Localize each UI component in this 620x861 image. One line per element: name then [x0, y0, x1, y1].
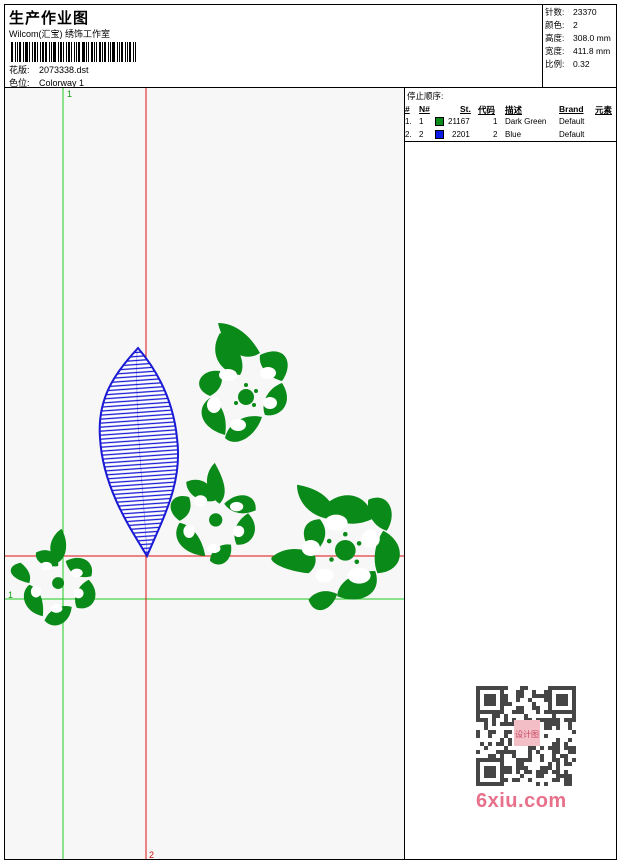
design-file-value: 2073338.dst [39, 65, 89, 75]
design-preview: 1 1 2 2 [5, 88, 404, 860]
stitch-count-value: 23370 [573, 7, 597, 17]
color-count-value: 2 [573, 20, 578, 30]
width-value: 411.8 mm [573, 46, 611, 56]
legend-divider [404, 141, 617, 142]
row-needle: 2 [419, 130, 424, 139]
stitch-count-row: 针数: 23370 [545, 6, 597, 18]
stop-sequence-title: 停止顺序: [407, 91, 444, 101]
width-row: 宽度: 411.8 mm [545, 45, 610, 57]
row-stitches: 21167 [448, 117, 470, 126]
flower-motif-middle [170, 462, 256, 565]
qr-code-icon: 设计图 [476, 686, 576, 786]
scale-label: 比例: [545, 59, 565, 69]
barcode [11, 42, 145, 62]
col-header-desc: 描述 [505, 105, 523, 115]
marker-v2: 2 [149, 850, 154, 860]
col-header-code: 代码 [478, 105, 496, 115]
svg-text:设计图: 设计图 [515, 729, 539, 739]
studio-subtitle: Wilcom(汇宝) 绣饰工作室 [9, 29, 110, 39]
width-label: 宽度: [545, 46, 565, 56]
color-swatch [435, 117, 444, 126]
row-brand: Default [559, 130, 585, 139]
marker-v1: 1 [67, 89, 72, 99]
stats-panel: 针数: 23370 颜色: 2 高度: 308.0 mm 宽度: 411.8 mm 比例… [542, 4, 617, 88]
row-description: Blue [505, 130, 522, 139]
flower-motif-right [271, 484, 400, 611]
row-num: 1. [405, 117, 412, 126]
color-swatch [435, 130, 444, 139]
row-code: 1 [493, 117, 498, 126]
col-header-brand: Brand [559, 104, 584, 114]
row-needle: 1 [419, 117, 424, 126]
stitch-count-label: 针数: [545, 7, 565, 17]
row-num: 2. [405, 130, 412, 139]
row-description: Dark Green [505, 117, 547, 126]
col-header-st: St. [460, 104, 471, 114]
height-value: 308.0 mm [573, 33, 611, 43]
scale-value: 0.32 [573, 59, 590, 69]
row-brand: Default [559, 117, 585, 126]
col-header-num: # [405, 104, 410, 114]
color-count-label: 颜色: [545, 20, 565, 30]
design-file-row: 花版: 2073338.dst [9, 63, 89, 76]
height-label: 高度: [545, 33, 565, 43]
color-count-row: 颜色: 2 [545, 19, 578, 31]
qr-code-watermark: 设计图 [470, 680, 582, 792]
col-header-element: 元素 [595, 105, 613, 115]
flower-motif-top [199, 323, 288, 442]
height-row: 高度: 308.0 mm [545, 32, 611, 44]
design-canvas[interactable]: 1 1 2 2 [4, 87, 405, 860]
marker-h1: 1 [8, 590, 13, 600]
row-code: 2 [493, 130, 498, 139]
row-stitches: 2201 [452, 130, 470, 139]
scale-row: 比例: 0.32 [545, 58, 590, 70]
watermark-text: 6xiu.com [476, 790, 567, 812]
design-file-label: 花版: [9, 65, 30, 75]
col-header-n: N# [419, 104, 430, 114]
page-title: 生产作业图 [9, 10, 90, 27]
blue-leaf-motif [98, 346, 179, 559]
flower-motif-left [10, 528, 96, 626]
header-panel: 生产作业图 Wilcom(汇宝) 绣饰工作室 花版: 2073338.dst 色位… [4, 4, 543, 88]
